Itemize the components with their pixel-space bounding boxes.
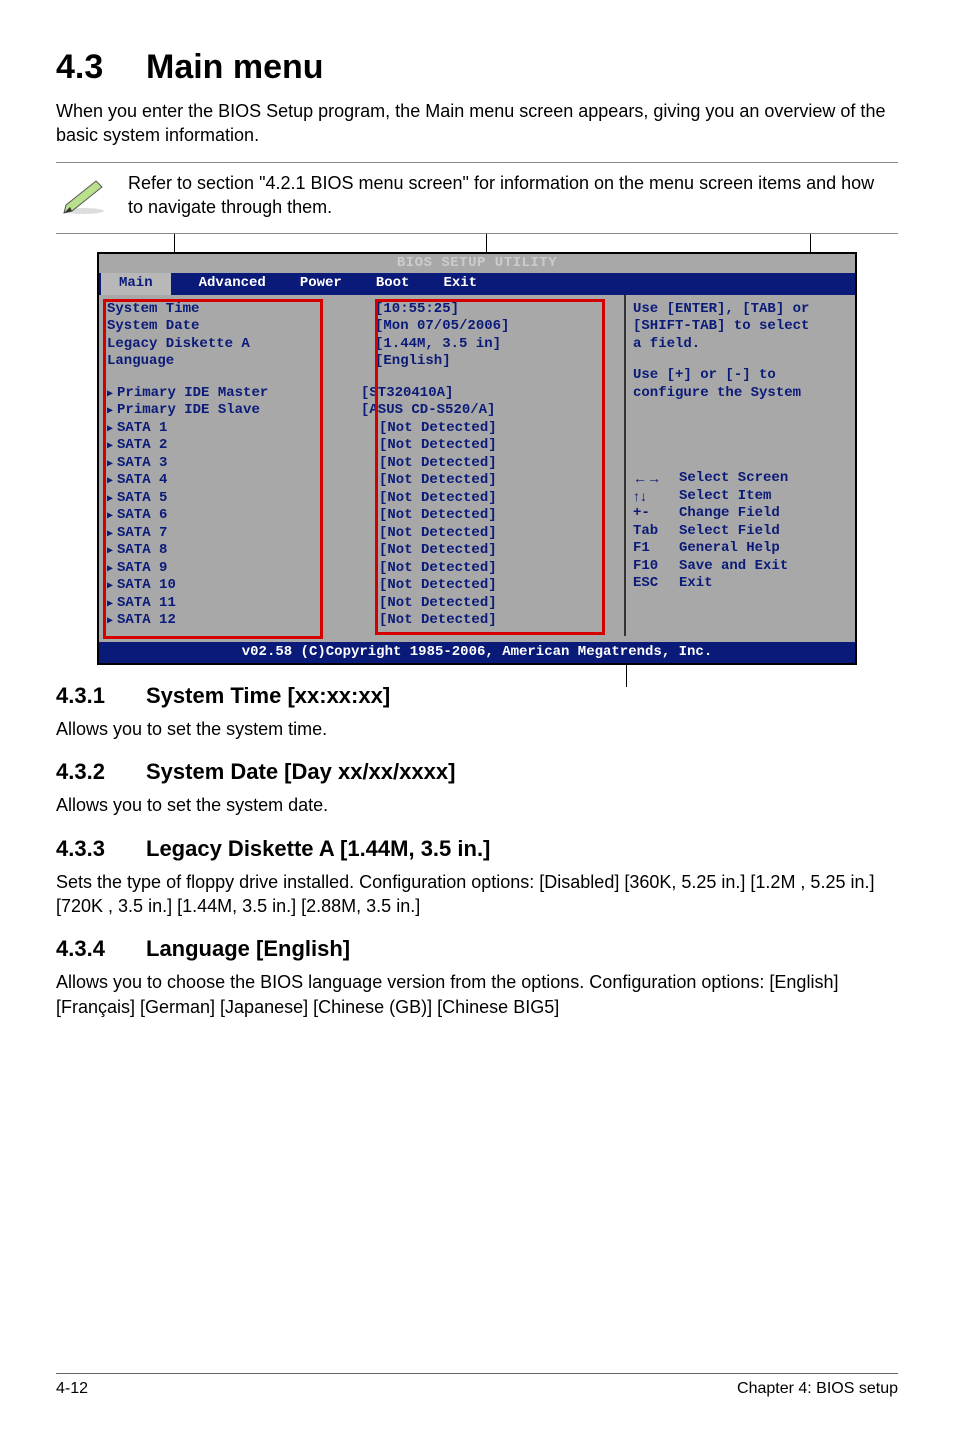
bios-tab-boot[interactable]: Boot — [370, 273, 416, 295]
section-body: Allows you to set the system date. — [56, 793, 898, 817]
page-heading: 4.3Main menu — [56, 48, 898, 87]
section-heading: 4.3.2System Date [Day xx/xx/xxxx] — [56, 759, 898, 785]
help-line: [SHIFT-TAB] to select — [633, 318, 847, 336]
label-sata-10: SATA 10 — [107, 577, 307, 595]
bios-tab-advanced[interactable]: Advanced — [193, 273, 272, 295]
label-ide-master: Primary IDE Master — [107, 385, 307, 403]
bios-tab-exit[interactable]: Exit — [437, 273, 483, 295]
label-sata-8: SATA 8 — [107, 542, 307, 560]
help-key-row: F1General Help — [633, 540, 847, 558]
help-key-row: ESCExit — [633, 575, 847, 593]
label-legacy-diskette: Legacy Diskette A — [107, 336, 307, 354]
bios-tab-main[interactable]: Main — [101, 273, 171, 295]
help-key-row: TabSelect Field — [633, 523, 847, 541]
heading-number: 4.3 — [56, 48, 146, 87]
key-plusminus: +- — [633, 505, 679, 523]
bios-help-pane: Use [ENTER], [TAB] or [SHIFT-TAB] to sel… — [625, 295, 855, 636]
label-sata-2: SATA 2 — [107, 437, 307, 455]
section-title: System Date [Day xx/xx/xxxx] — [146, 759, 455, 784]
help-line: Use [+] or [-] to — [633, 367, 847, 385]
help-key-row: ↑↓Select Item — [633, 488, 847, 506]
label-sata-6: SATA 6 — [107, 507, 307, 525]
key-f1: F1 — [633, 540, 679, 558]
heading-title: Main menu — [146, 48, 324, 86]
intro-paragraph: When you enter the BIOS Setup program, t… — [56, 99, 898, 148]
help-key-row: F10Save and Exit — [633, 558, 847, 576]
section-body: Allows you to choose the BIOS language v… — [56, 970, 898, 1019]
label-sata-4: SATA 4 — [107, 472, 307, 490]
section-title: Legacy Diskette A [1.44M, 3.5 in.] — [146, 836, 490, 861]
pencil-icon — [60, 175, 108, 215]
help-line: Use [ENTER], [TAB] or — [633, 301, 847, 319]
label-sata-3: SATA 3 — [107, 455, 307, 473]
key-desc: Save and Exit — [679, 558, 788, 576]
label-sata-7: SATA 7 — [107, 525, 307, 543]
label-sata-5: SATA 5 — [107, 490, 307, 508]
highlight-values-box — [375, 299, 605, 635]
label-system-time: System Time — [107, 301, 307, 319]
section-heading: 4.3.1System Time [xx:xx:xx] — [56, 683, 898, 709]
section-body: Sets the type of floppy drive installed.… — [56, 870, 898, 919]
help-line: configure the System — [633, 385, 847, 403]
label-language: Language — [107, 353, 307, 371]
label-ide-slave: Primary IDE Slave — [107, 402, 307, 420]
bios-title: BIOS SETUP UTILITY — [99, 254, 855, 273]
bios-menubar: Main Advanced Power Boot Exit — [99, 273, 855, 295]
section-heading: 4.3.4Language [English] — [56, 936, 898, 962]
key-esc: ESC — [633, 575, 679, 593]
key-desc: Exit — [679, 575, 713, 593]
key-desc: Select Screen — [679, 470, 788, 488]
key-tab: Tab — [633, 523, 679, 541]
label-sata-12: SATA 12 — [107, 612, 307, 630]
key-desc: Change Field — [679, 505, 780, 523]
page-footer: 4-12 Chapter 4: BIOS setup — [56, 1373, 898, 1398]
label-system-date: System Date — [107, 318, 307, 336]
help-key-row: ←→Select Screen — [633, 470, 847, 488]
key-arrows-lr-icon: ←→ — [633, 470, 679, 488]
help-line: a field. — [633, 336, 847, 354]
help-key-row: +-Change Field — [633, 505, 847, 523]
note-text: Refer to section "4.2.1 BIOS menu screen… — [128, 171, 894, 220]
footer-page-number: 4-12 — [56, 1380, 88, 1398]
section-num: 4.3.2 — [56, 759, 146, 785]
footer-chapter: Chapter 4: BIOS setup — [737, 1380, 898, 1398]
key-desc: Select Field — [679, 523, 780, 541]
key-desc: Select Item — [679, 488, 771, 506]
section-num: 4.3.3 — [56, 836, 146, 862]
label-sata-1: SATA 1 — [107, 420, 307, 438]
section-heading: 4.3.3Legacy Diskette A [1.44M, 3.5 in.] — [56, 836, 898, 862]
key-desc: General Help — [679, 540, 780, 558]
section-num: 4.3.1 — [56, 683, 146, 709]
bios-screenshot: BIOS SETUP UTILITY Main Advanced Power B… — [56, 252, 898, 665]
key-f10: F10 — [633, 558, 679, 576]
bios-footer: v02.58 (C)Copyright 1985-2006, American … — [99, 642, 855, 664]
label-sata-9: SATA 9 — [107, 560, 307, 578]
section-num: 4.3.4 — [56, 936, 146, 962]
note-box: Refer to section "4.2.1 BIOS menu screen… — [56, 162, 898, 235]
bios-tab-power[interactable]: Power — [294, 273, 348, 295]
section-body: Allows you to set the system time. — [56, 717, 898, 741]
section-title: System Time [xx:xx:xx] — [146, 683, 390, 708]
label-sata-11: SATA 11 — [107, 595, 307, 613]
section-title: Language [English] — [146, 936, 350, 961]
key-arrows-ud-icon: ↑↓ — [633, 488, 679, 506]
